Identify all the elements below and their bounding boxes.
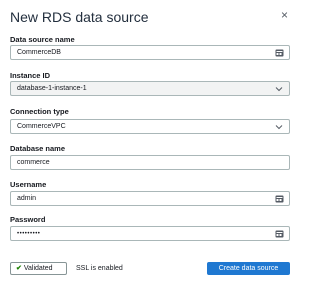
chevron-down-icon	[275, 87, 283, 92]
close-icon[interactable]: ×	[281, 8, 288, 22]
instance-id-label: Instance ID	[10, 71, 51, 80]
database-name-label: Database name	[10, 144, 66, 153]
validated-button[interactable]: ✔ Validated	[10, 262, 67, 275]
username-value: admin	[17, 195, 37, 202]
checkmark-icon: ✔	[16, 265, 22, 272]
validated-label: Validated	[23, 265, 53, 272]
key-icon[interactable]	[275, 230, 284, 238]
dialog-title: New RDS data source	[10, 9, 149, 25]
data-source-name-field[interactable]: CommerceDB	[10, 45, 290, 60]
create-data-source-button[interactable]: Create data source	[207, 262, 290, 275]
data-source-name-label: Data source name	[10, 35, 75, 44]
instance-id-value: database-1-instance-1	[17, 85, 87, 92]
password-field[interactable]: •••••••••	[10, 226, 290, 241]
password-label: Password	[10, 215, 46, 224]
key-icon[interactable]	[275, 49, 284, 57]
password-value: •••••••••	[17, 231, 41, 237]
data-source-name-value: CommerceDB	[17, 49, 61, 56]
connection-type-label: Connection type	[10, 107, 69, 116]
instance-id-select[interactable]: database-1-instance-1	[10, 81, 290, 96]
chevron-down-icon	[275, 125, 283, 130]
database-name-field[interactable]: commerce	[10, 155, 290, 170]
connection-type-value: CommerceVPC	[17, 123, 66, 130]
new-rds-data-source-dialog: New RDS data source × Data source name C…	[0, 0, 300, 284]
ssl-status-text: SSL is enabled	[76, 265, 123, 272]
database-name-value: commerce	[17, 159, 50, 166]
username-field[interactable]: admin	[10, 191, 290, 206]
key-icon[interactable]	[275, 195, 284, 203]
username-label: Username	[10, 180, 47, 189]
connection-type-select[interactable]: CommerceVPC	[10, 119, 290, 134]
